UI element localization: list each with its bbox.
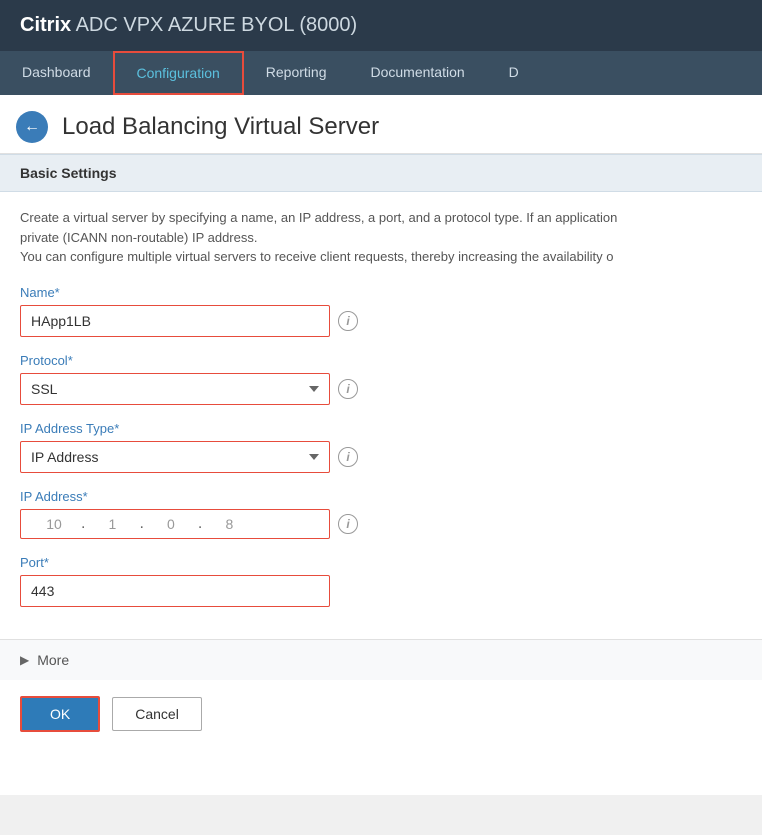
brand-product: ADC VPX AZURE BYOL (8000)	[76, 14, 358, 36]
ip-dot-3: .	[196, 515, 204, 533]
name-label: Name*	[20, 285, 742, 300]
page-header: ← Load Balancing Virtual Server	[0, 95, 762, 154]
desc-line1: Create a virtual server by specifying a …	[20, 210, 617, 225]
back-button[interactable]: ←	[16, 111, 48, 143]
cancel-button[interactable]: Cancel	[112, 697, 202, 731]
name-field-group: Name* i	[20, 285, 742, 337]
ip-seg2-input[interactable]	[87, 516, 137, 532]
ip-address-type-input-row: IP Address Non Addressable i	[20, 441, 742, 473]
tab-documentation[interactable]: Documentation	[348, 51, 486, 95]
port-input[interactable]	[20, 575, 330, 607]
ip-address-label: IP Address*	[20, 489, 742, 504]
port-input-row	[20, 575, 742, 607]
port-field-group: Port*	[20, 555, 742, 607]
ip-address-type-label: IP Address Type*	[20, 421, 742, 436]
more-section[interactable]: ▶ More	[0, 639, 762, 680]
basic-settings-section: Basic Settings Create a virtual server b…	[0, 154, 762, 680]
ip-type-info-icon[interactable]: i	[338, 447, 358, 467]
brand-title: Citrix ADC VPX AZURE BYOL (8000)	[20, 14, 357, 37]
name-input[interactable]	[20, 305, 330, 337]
ok-button[interactable]: OK	[20, 696, 100, 732]
tab-reporting[interactable]: Reporting	[244, 51, 349, 95]
ip-address-type-select[interactable]: IP Address Non Addressable	[20, 441, 330, 473]
port-label: Port*	[20, 555, 742, 570]
brand-citrix: Citrix	[20, 14, 71, 36]
ip-input-group: . . .	[20, 509, 330, 539]
more-label: More	[37, 652, 69, 668]
ip-address-field-group: IP Address* . . . i	[20, 489, 742, 539]
protocol-label: Protocol*	[20, 353, 742, 368]
name-info-icon[interactable]: i	[338, 311, 358, 331]
ip-seg3-input[interactable]	[146, 516, 196, 532]
protocol-field-group: Protocol* SSL HTTP HTTPS TCP UDP i	[20, 353, 742, 405]
section-header: Basic Settings	[0, 154, 762, 192]
more-arrow-icon: ▶	[20, 653, 29, 667]
section-description: Create a virtual server by specifying a …	[20, 208, 742, 267]
ip-seg4-input[interactable]	[204, 516, 254, 532]
footer-actions: OK Cancel	[0, 680, 762, 748]
ip-info-icon[interactable]: i	[338, 514, 358, 534]
ip-address-input-row: . . . i	[20, 509, 742, 539]
protocol-input-row: SSL HTTP HTTPS TCP UDP i	[20, 373, 742, 405]
section-title: Basic Settings	[20, 165, 116, 181]
tab-configuration[interactable]: Configuration	[113, 51, 244, 95]
tab-dashboard[interactable]: Dashboard	[0, 51, 113, 95]
section-body: Create a virtual server by specifying a …	[0, 192, 762, 639]
protocol-select[interactable]: SSL HTTP HTTPS TCP UDP	[20, 373, 330, 405]
desc-line2: private (ICANN non-routable) IP address.	[20, 230, 257, 245]
app-header: Citrix ADC VPX AZURE BYOL (8000)	[0, 0, 762, 51]
ip-seg1-input[interactable]	[29, 516, 79, 532]
main-content: ← Load Balancing Virtual Server Basic Se…	[0, 95, 762, 795]
ip-address-type-field-group: IP Address Type* IP Address Non Addressa…	[20, 421, 742, 473]
ip-dot-1: .	[79, 515, 87, 533]
tab-more[interactable]: D	[487, 51, 541, 95]
protocol-info-icon[interactable]: i	[338, 379, 358, 399]
desc-line3: You can configure multiple virtual serve…	[20, 249, 614, 264]
ip-dot-2: .	[137, 515, 145, 533]
name-input-row: i	[20, 305, 742, 337]
page-title: Load Balancing Virtual Server	[62, 113, 379, 141]
nav-tabs: Dashboard Configuration Reporting Docume…	[0, 51, 762, 95]
